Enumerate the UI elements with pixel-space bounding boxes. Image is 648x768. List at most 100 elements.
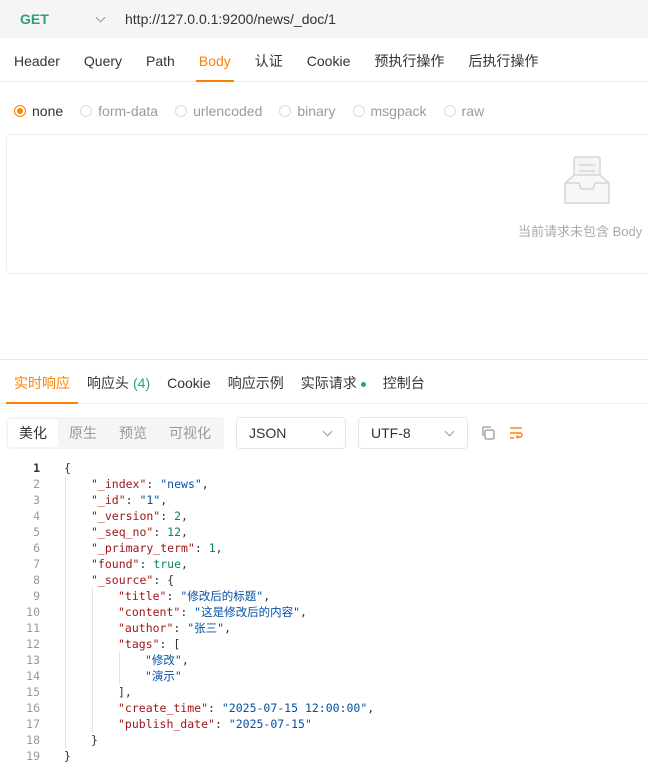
panel-divider[interactable] <box>0 359 648 360</box>
code-line: 17 "publish_date": "2025-07-15" <box>0 716 648 732</box>
format-select-value: JSON <box>249 425 287 441</box>
format-select[interactable]: JSON <box>236 417 346 449</box>
view-mode-2[interactable]: 预览 <box>108 419 158 447</box>
radio-dot[interactable] <box>14 105 26 117</box>
code-token: "publish_date" <box>118 717 215 731</box>
empty-body-message: 当前请求未包含 Body <box>518 224 643 239</box>
code-token: : <box>146 477 161 491</box>
code-token: "2025-07-15" <box>228 717 312 731</box>
tab-3[interactable]: Body <box>195 44 234 82</box>
code-token: } <box>91 733 98 747</box>
response-tab-2[interactable]: Cookie <box>167 364 211 404</box>
response-tab-3[interactable]: 响应示例 <box>228 364 284 404</box>
tab-0[interactable]: Header <box>14 44 60 82</box>
code-token: 1 <box>208 541 216 555</box>
code-token: ], <box>118 685 132 699</box>
radio-dot[interactable] <box>175 105 188 117</box>
radio-dot[interactable] <box>80 105 93 117</box>
code-token: } <box>64 749 71 763</box>
line-number: 3 <box>33 493 40 507</box>
code-token: "_source" <box>91 573 154 587</box>
code-text: } <box>91 732 98 748</box>
response-tab-5[interactable]: 控制台 <box>383 364 425 404</box>
code-token: : <box>139 557 154 571</box>
method-select[interactable]: GET <box>0 0 116 38</box>
response-tab-label: 响应头 <box>87 375 129 391</box>
response-tab-label: Cookie <box>167 375 211 391</box>
radio-dot[interactable] <box>443 105 456 117</box>
code-text: "tags": [ <box>118 636 180 652</box>
code-token: : <box>173 621 188 635</box>
radio-dot[interactable] <box>279 105 292 117</box>
code-token: "found" <box>91 557 140 571</box>
response-tab-label: 控制台 <box>382 375 425 391</box>
url-input[interactable]: http://127.0.0.1:9200/news/_doc/1 <box>116 11 336 27</box>
code-line: 11 "author": "张三", <box>0 620 648 636</box>
code-token: 12 <box>167 525 182 539</box>
line-number: 13 <box>26 653 40 667</box>
code-token: , <box>263 589 271 603</box>
charset-select[interactable]: UTF-8 <box>358 417 468 449</box>
chevron-down-icon <box>95 12 106 22</box>
code-token: "_version" <box>91 509 161 523</box>
code-text: "title": "修改后的标题", <box>118 588 270 604</box>
count-badge: (4) <box>133 375 151 391</box>
code-token: , <box>215 541 223 555</box>
body-type-radio[interactable]: raw <box>443 103 485 119</box>
code-token: : <box>214 717 229 731</box>
code-line: 8 "_source": { <box>0 572 648 588</box>
response-code-view[interactable]: 1{2 "_index": "news", 3 "_id": "1", 4 "_versi… <box>0 460 648 764</box>
tab-2[interactable]: Path <box>146 44 175 82</box>
response-tab-4[interactable]: 实际请求 <box>301 364 366 404</box>
code-token: , <box>367 701 375 715</box>
tab-6[interactable]: 预执行操作 <box>374 44 444 82</box>
response-tab-1[interactable]: 响应头 (4) <box>87 364 150 404</box>
view-mode-0[interactable]: 美化 <box>8 419 58 447</box>
body-type-radio[interactable]: form-data <box>80 103 158 119</box>
tab-4[interactable]: 认证 <box>255 44 283 82</box>
code-text: "_version": 2, <box>91 508 188 524</box>
word-wrap-icon[interactable] <box>508 425 524 441</box>
code-token: : <box>194 541 209 555</box>
view-mode-3[interactable]: 可视化 <box>158 419 222 447</box>
code-token: , <box>181 509 188 523</box>
radio-label: raw <box>461 103 485 119</box>
code-line: 7 "found": true, <box>0 556 648 572</box>
radio-label: none <box>32 103 64 119</box>
code-text: "_index": "news", <box>91 476 209 492</box>
code-text: "演示" <box>145 668 182 684</box>
chevron-down-icon <box>322 426 333 436</box>
tab-7[interactable]: 后执行操作 <box>468 44 538 82</box>
tab-1[interactable]: Query <box>84 44 122 82</box>
body-type-radio[interactable]: msgpack <box>352 103 427 119</box>
code-token: , <box>160 493 168 507</box>
view-mode-1[interactable]: 原生 <box>58 419 108 447</box>
code-token: : <box>166 589 181 603</box>
code-token: "张三" <box>187 621 225 635</box>
line-number: 16 <box>26 701 40 715</box>
code-token: , <box>201 477 209 491</box>
line-number: 12 <box>26 637 40 651</box>
code-token: "修改后的标题" <box>180 589 264 603</box>
code-text: "create_time": "2025-07-15 12:00:00", <box>118 700 374 716</box>
indent-guide <box>92 588 93 732</box>
code-token: , <box>181 653 189 667</box>
line-number: 1 <box>33 461 40 475</box>
chevron-down-icon <box>444 426 455 436</box>
code-text: { <box>64 460 71 476</box>
radio-dot[interactable] <box>352 105 365 117</box>
code-token: "title" <box>118 589 167 603</box>
copy-icon[interactable] <box>480 425 496 441</box>
code-token: , <box>181 557 188 571</box>
line-number: 4 <box>33 509 40 523</box>
body-type-radio[interactable]: binary <box>279 103 336 119</box>
code-line: 15], <box>0 684 648 700</box>
tab-5[interactable]: Cookie <box>307 44 351 82</box>
body-type-radio[interactable]: none <box>14 103 63 119</box>
code-text: } <box>64 748 71 764</box>
code-text: "author": "张三", <box>118 620 231 636</box>
radio-label: msgpack <box>370 103 427 119</box>
response-tab-0[interactable]: 实时响应 <box>6 364 78 404</box>
body-type-radio[interactable]: urlencoded <box>175 103 262 119</box>
line-number: 5 <box>33 525 40 539</box>
